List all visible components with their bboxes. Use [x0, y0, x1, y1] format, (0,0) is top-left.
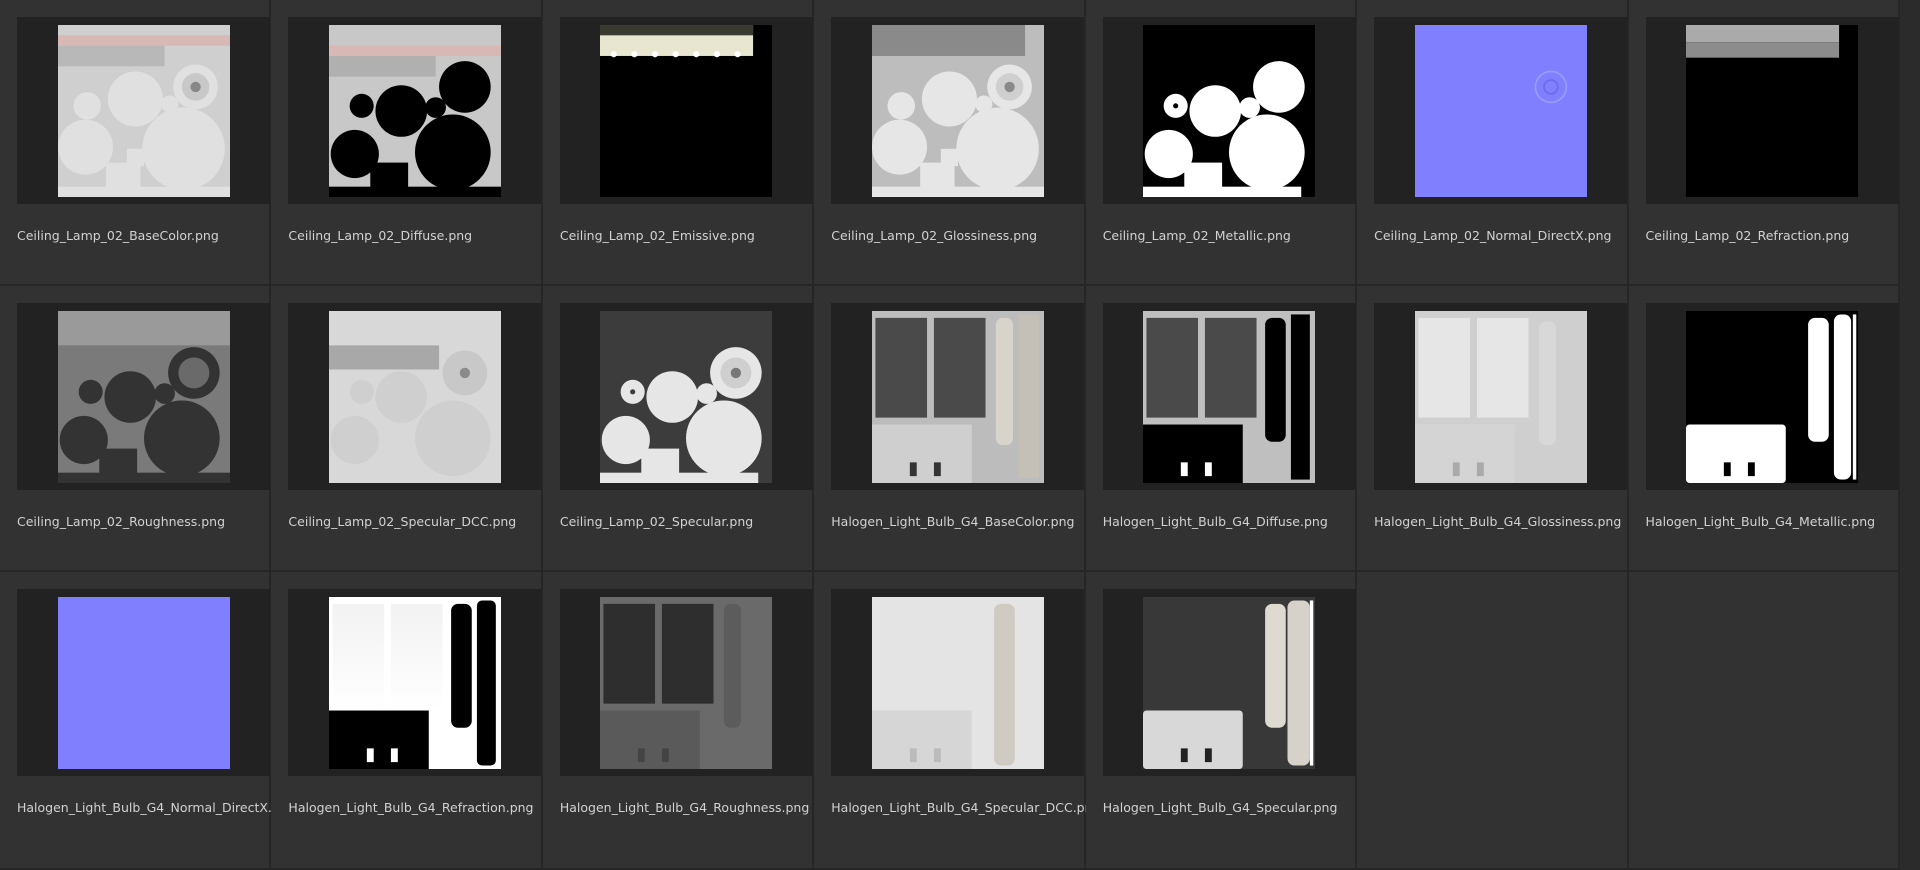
texture-thumbnail [328, 596, 501, 769]
thumbnail-frame [831, 303, 1085, 490]
texture-thumbnail [57, 596, 230, 769]
thumbnail-frame [288, 589, 542, 776]
thumbnail-frame [831, 589, 1085, 776]
file-tile[interactable]: Ceiling_Lamp_02_Emissive.png [542, 0, 815, 286]
file-tile[interactable]: Ceiling_Lamp_02_Specular_DCC.png [271, 286, 543, 572]
file-tile[interactable]: Halogen_Light_Bulb_G4_Roughness.png [542, 572, 815, 870]
file-name: Ceiling_Lamp_02_Diffuse.png [288, 228, 473, 243]
file-tile[interactable]: Halogen_Light_Bulb_G4_Glossiness.png [1357, 286, 1629, 572]
thumbnail-frame [1645, 303, 1899, 490]
texture-thumbnail [57, 310, 230, 483]
thumbnail-frame [831, 17, 1085, 204]
thumbnail-frame [1102, 303, 1356, 490]
file-tile[interactable]: Halogen_Light_Bulb_G4_Refraction.png [271, 572, 543, 870]
texture-thumbnail [1143, 310, 1316, 483]
empty-cell [1628, 572, 1900, 870]
texture-thumbnail [57, 24, 230, 197]
texture-thumbnail [1143, 596, 1316, 769]
thumbnail-frame [17, 303, 270, 490]
thumbnail-frame [559, 303, 813, 490]
texture-thumbnail [1143, 24, 1316, 197]
file-name: Halogen_Light_Bulb_G4_Specular.png [1102, 800, 1338, 815]
file-name: Halogen_Light_Bulb_G4_Normal_DirectX.png [17, 800, 296, 815]
file-tile[interactable]: Ceiling_Lamp_02_Glossiness.png [814, 0, 1086, 286]
texture-thumbnail [1414, 24, 1587, 197]
thumbnail-frame [559, 17, 813, 204]
file-name: Halogen_Light_Bulb_G4_Specular_DCC.png [831, 800, 1101, 815]
thumbnail-frame [288, 17, 542, 204]
file-tile[interactable]: Ceiling_Lamp_02_Refraction.png [1628, 0, 1900, 286]
file-tile[interactable]: Halogen_Light_Bulb_G4_Metallic.png [1628, 286, 1900, 572]
empty-cell [1357, 572, 1629, 870]
thumbnail-frame [1102, 589, 1356, 776]
file-tile[interactable]: Ceiling_Lamp_02_Specular.png [542, 286, 815, 572]
file-name: Ceiling_Lamp_02_Specular_DCC.png [288, 514, 517, 529]
texture-thumbnail [1686, 310, 1859, 483]
file-name: Ceiling_Lamp_02_Normal_DirectX.png [1374, 228, 1612, 243]
texture-thumbnail [328, 310, 501, 483]
file-tile[interactable]: Ceiling_Lamp_02_BaseColor.png [0, 0, 272, 286]
file-name: Halogen_Light_Bulb_G4_Roughness.png [559, 800, 810, 815]
file-name: Halogen_Light_Bulb_G4_Metallic.png [1645, 514, 1876, 529]
file-name: Ceiling_Lamp_02_Roughness.png [17, 514, 226, 529]
file-tile[interactable]: Ceiling_Lamp_02_Roughness.png [0, 286, 272, 572]
thumbnail-frame [559, 589, 813, 776]
file-name: Halogen_Light_Bulb_G4_Refraction.png [288, 800, 534, 815]
file-tile[interactable]: Halogen_Light_Bulb_G4_Diffuse.png [1085, 286, 1358, 572]
thumbnail-frame [17, 17, 270, 204]
file-name: Halogen_Light_Bulb_G4_Glossiness.png [1374, 514, 1622, 529]
thumbnail-frame [17, 589, 270, 776]
file-name: Ceiling_Lamp_02_Refraction.png [1645, 228, 1850, 243]
texture-thumbnail [600, 596, 773, 769]
file-grid: Ceiling_Lamp_02_BaseColor.png Ceiling_La… [0, 0, 1920, 870]
file-name: Ceiling_Lamp_02_Emissive.png [559, 228, 755, 243]
file-tile[interactable]: Ceiling_Lamp_02_Metallic.png [1085, 0, 1358, 286]
texture-thumbnail [600, 310, 773, 483]
file-tile[interactable]: Halogen_Light_Bulb_G4_BaseColor.png [814, 286, 1086, 572]
texture-thumbnail [871, 596, 1044, 769]
thumbnail-frame [288, 303, 542, 490]
file-tile[interactable]: Halogen_Light_Bulb_G4_Specular_DCC.png [814, 572, 1100, 870]
file-name: Ceiling_Lamp_02_BaseColor.png [17, 228, 219, 243]
file-name: Halogen_Light_Bulb_G4_Diffuse.png [1102, 514, 1328, 529]
file-tile[interactable]: Ceiling_Lamp_02_Diffuse.png [271, 0, 543, 286]
file-name: Ceiling_Lamp_02_Metallic.png [1102, 228, 1291, 243]
texture-thumbnail [328, 24, 501, 197]
file-tile[interactable]: Ceiling_Lamp_02_Normal_DirectX.png [1357, 0, 1629, 286]
file-name: Ceiling_Lamp_02_Specular.png [559, 514, 754, 529]
texture-thumbnail [1414, 310, 1587, 483]
texture-thumbnail [600, 24, 773, 197]
thumbnail-frame [1645, 17, 1899, 204]
texture-thumbnail [871, 24, 1044, 197]
texture-thumbnail [871, 310, 1044, 483]
file-name: Halogen_Light_Bulb_G4_BaseColor.png [831, 514, 1075, 529]
thumbnail-frame [1374, 303, 1628, 490]
file-tile[interactable]: Halogen_Light_Bulb_G4_Normal_DirectX.png [0, 572, 296, 870]
file-tile[interactable]: Halogen_Light_Bulb_G4_Specular.png [1085, 572, 1358, 870]
thumbnail-frame [1102, 17, 1356, 204]
texture-thumbnail [1686, 24, 1859, 197]
thumbnail-frame [1374, 17, 1628, 204]
file-name: Ceiling_Lamp_02_Glossiness.png [831, 228, 1038, 243]
